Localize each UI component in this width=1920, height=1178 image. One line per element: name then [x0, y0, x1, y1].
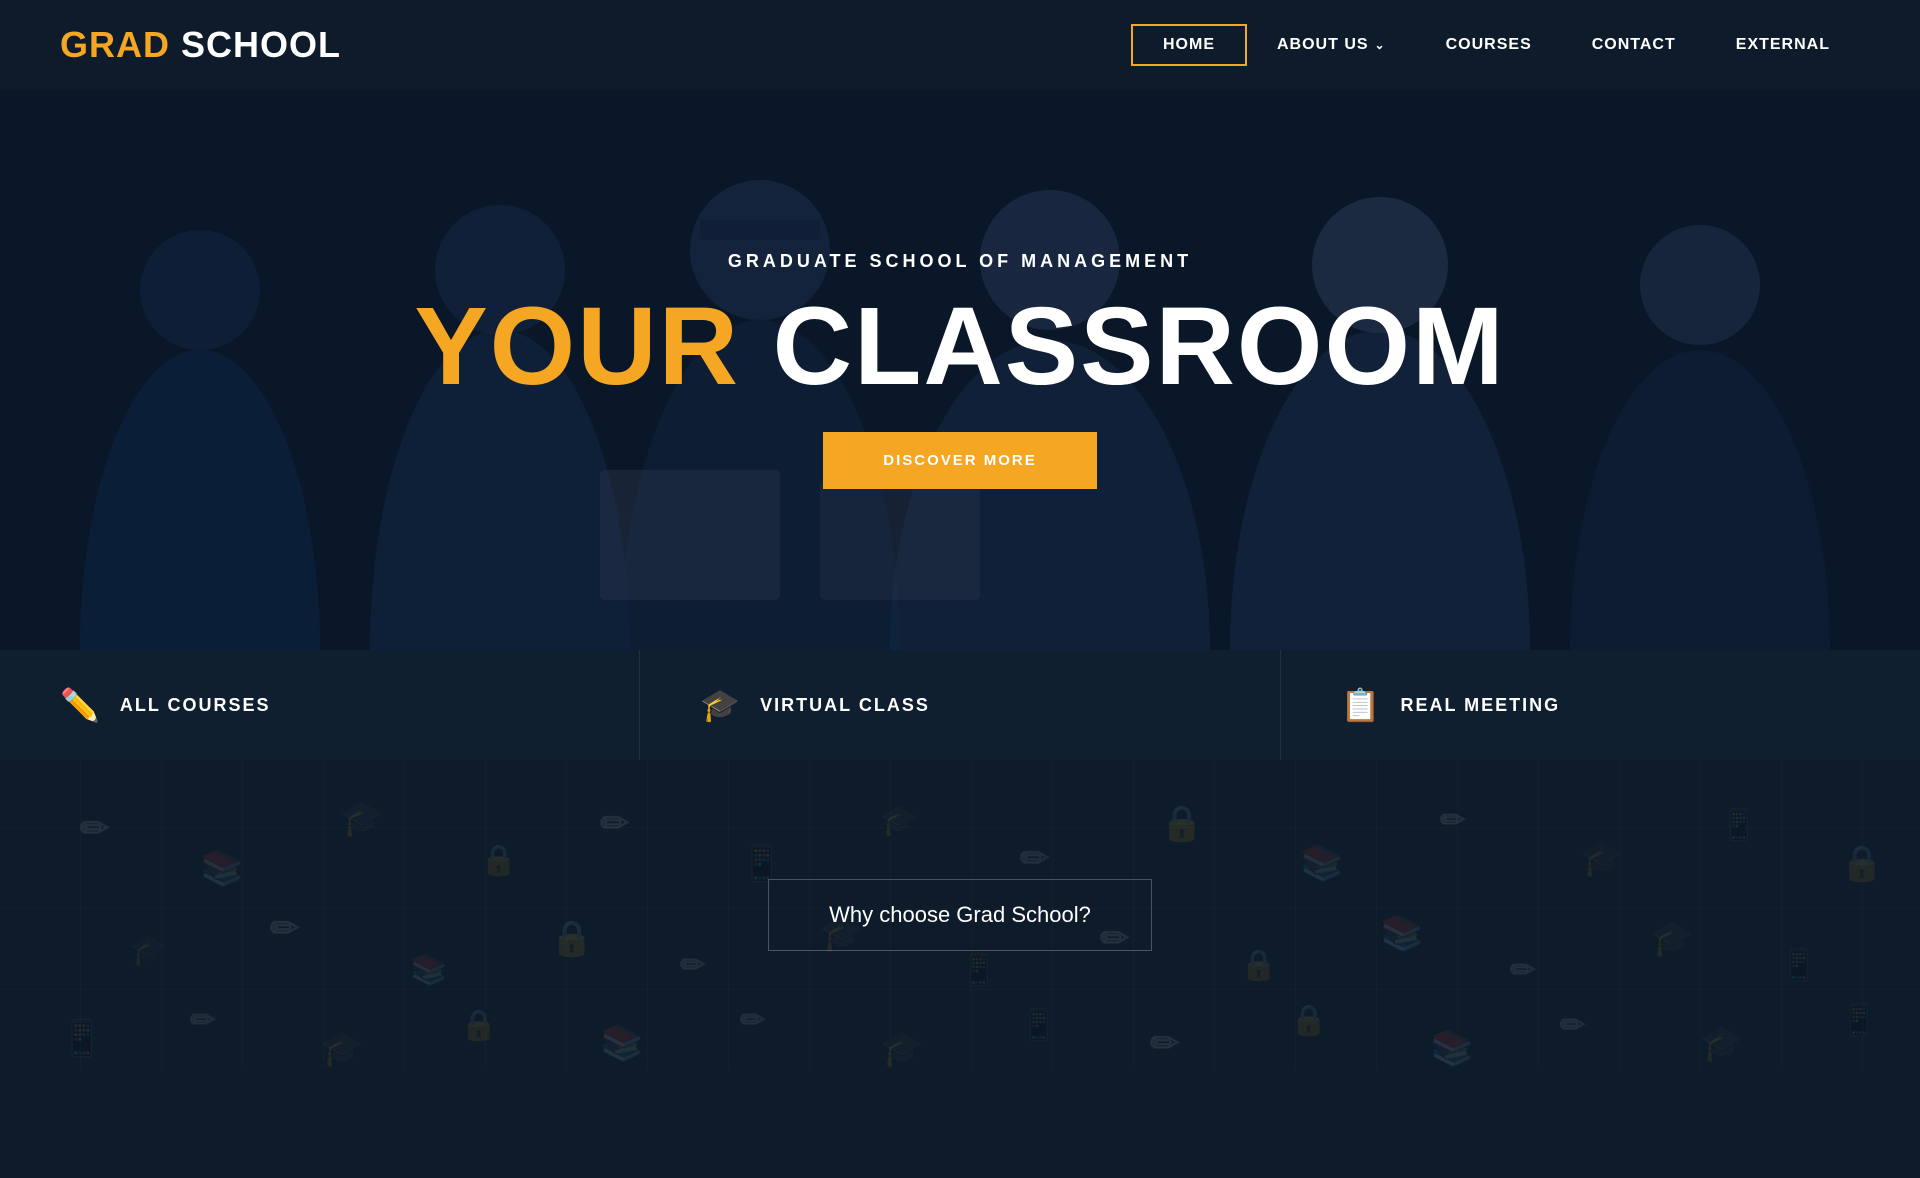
- nav-item-contact[interactable]: CONTACT: [1562, 26, 1706, 64]
- nav-label-about: ABOUT US: [1277, 36, 1369, 54]
- nav-item-courses[interactable]: COURSES: [1416, 26, 1562, 64]
- svg-text:📱: 📱: [1840, 1002, 1877, 1037]
- nav-link-external[interactable]: EXTERNAL: [1706, 26, 1860, 64]
- svg-text:🎓: 🎓: [1580, 839, 1624, 878]
- svg-text:🔒: 🔒: [1160, 804, 1204, 843]
- notebook-icon: 📋: [1341, 686, 1381, 724]
- hero-section: GRADUATE SCHOOL OF MANAGEMENT YOUR CLASS…: [0, 90, 1920, 650]
- feature-card-virtual-class[interactable]: 🎓 VIRTUAL CLASS: [640, 650, 1280, 760]
- svg-text:🔒: 🔒: [1240, 949, 1277, 982]
- svg-text:✏: ✏: [1440, 804, 1465, 837]
- hero-title: YOUR CLASSROOM: [414, 292, 1505, 402]
- hero-content: GRADUATE SCHOOL OF MANAGEMENT YOUR CLASS…: [414, 251, 1505, 489]
- lower-section: ✏ 📚 🎓 🔒 ✏ 📱 🎓 ✏ 🔒 📚 ✏ 🎓 📱 🔒 🎓 ✏ 📚 🔒: [0, 760, 1920, 1070]
- svg-text:🔒: 🔒: [550, 919, 594, 958]
- nav-label-courses: COURSES: [1446, 36, 1532, 54]
- svg-text:🎓: 🎓: [1650, 919, 1694, 958]
- nav-item-home[interactable]: HOME: [1131, 24, 1247, 66]
- svg-text:📱: 📱: [740, 843, 784, 883]
- svg-text:📱: 📱: [960, 952, 997, 987]
- feature-label-virtual-class: VIRTUAL CLASS: [760, 695, 930, 716]
- nav-label-home: HOME: [1163, 36, 1215, 54]
- nav-label-contact: CONTACT: [1592, 36, 1676, 54]
- nav-item-about[interactable]: ABOUT US ⌄: [1247, 26, 1416, 64]
- svg-text:📱: 📱: [1020, 1007, 1057, 1042]
- svg-text:📚: 📚: [1300, 844, 1344, 883]
- svg-text:📚: 📚: [1380, 914, 1424, 953]
- discover-more-button[interactable]: DISCOVER MORE: [823, 432, 1097, 489]
- svg-text:✏: ✏: [1560, 1009, 1585, 1042]
- nav-link-contact[interactable]: CONTACT: [1562, 26, 1706, 64]
- svg-text:📚: 📚: [410, 953, 447, 987]
- why-choose-text: Why choose Grad School?: [829, 902, 1091, 927]
- svg-text:🔒: 🔒: [480, 844, 517, 877]
- svg-text:✏: ✏: [1510, 954, 1535, 987]
- svg-text:✏: ✏: [1020, 839, 1049, 878]
- hero-title-classroom: CLASSROOM: [740, 285, 1506, 408]
- feature-card-real-meeting[interactable]: 📋 REAL MEETING: [1281, 650, 1920, 760]
- logo[interactable]: GRAD SCHOOL: [60, 24, 341, 66]
- svg-text:✏: ✏: [270, 909, 299, 948]
- hero-title-your: YOUR: [414, 285, 740, 408]
- svg-text:🔒: 🔒: [1840, 844, 1884, 883]
- svg-text:📱: 📱: [1780, 947, 1817, 982]
- svg-text:✏: ✏: [80, 809, 109, 848]
- svg-text:🎓: 🎓: [130, 934, 167, 967]
- pencil-icon: ✏️: [60, 686, 100, 724]
- svg-text:✏: ✏: [600, 804, 629, 843]
- feature-card-all-courses[interactable]: ✏️ ALL COURSES: [0, 650, 640, 760]
- hero-subtitle: GRADUATE SCHOOL OF MANAGEMENT: [728, 251, 1192, 272]
- svg-text:✏: ✏: [680, 949, 705, 982]
- svg-text:🔒: 🔒: [460, 1009, 497, 1042]
- svg-text:📚: 📚: [600, 1024, 644, 1063]
- svg-text:📱: 📱: [60, 1018, 104, 1058]
- nav-links: HOME ABOUT US ⌄ COURSES CONTACT EXTERNAL: [1131, 24, 1860, 66]
- navbar: GRAD SCHOOL HOME ABOUT US ⌄ COURSES CONT…: [0, 0, 1920, 90]
- svg-text:✏: ✏: [740, 1004, 765, 1037]
- feature-label-all-courses: ALL COURSES: [120, 695, 271, 716]
- feature-label-real-meeting: REAL MEETING: [1401, 695, 1561, 716]
- svg-text:🎓: 🎓: [1700, 1024, 1744, 1063]
- svg-text:✏: ✏: [1150, 1024, 1179, 1063]
- svg-text:🎓: 🎓: [880, 1029, 924, 1068]
- svg-text:📚: 📚: [200, 849, 244, 888]
- svg-text:✏: ✏: [190, 1004, 215, 1037]
- logo-school: SCHOOL: [170, 24, 341, 65]
- svg-text:🎓: 🎓: [340, 799, 384, 838]
- chevron-down-icon: ⌄: [1375, 38, 1386, 52]
- graduation-cap-icon: 🎓: [700, 686, 740, 724]
- svg-text:🎓: 🎓: [320, 1029, 364, 1068]
- nav-item-external[interactable]: EXTERNAL: [1706, 26, 1860, 64]
- svg-text:🎓: 🎓: [880, 804, 917, 837]
- nav-link-courses[interactable]: COURSES: [1416, 26, 1562, 64]
- svg-text:📱: 📱: [1720, 807, 1757, 842]
- why-choose-box[interactable]: Why choose Grad School?: [768, 879, 1152, 951]
- svg-text:🔒: 🔒: [1290, 1004, 1327, 1037]
- nav-link-about[interactable]: ABOUT US ⌄: [1247, 26, 1416, 64]
- nav-label-external: EXTERNAL: [1736, 36, 1830, 54]
- feature-cards: ✏️ ALL COURSES 🎓 VIRTUAL CLASS 📋 REAL ME…: [0, 650, 1920, 760]
- svg-text:📚: 📚: [1430, 1029, 1474, 1068]
- nav-link-home[interactable]: HOME: [1131, 24, 1247, 66]
- logo-grad: GRAD: [60, 24, 170, 65]
